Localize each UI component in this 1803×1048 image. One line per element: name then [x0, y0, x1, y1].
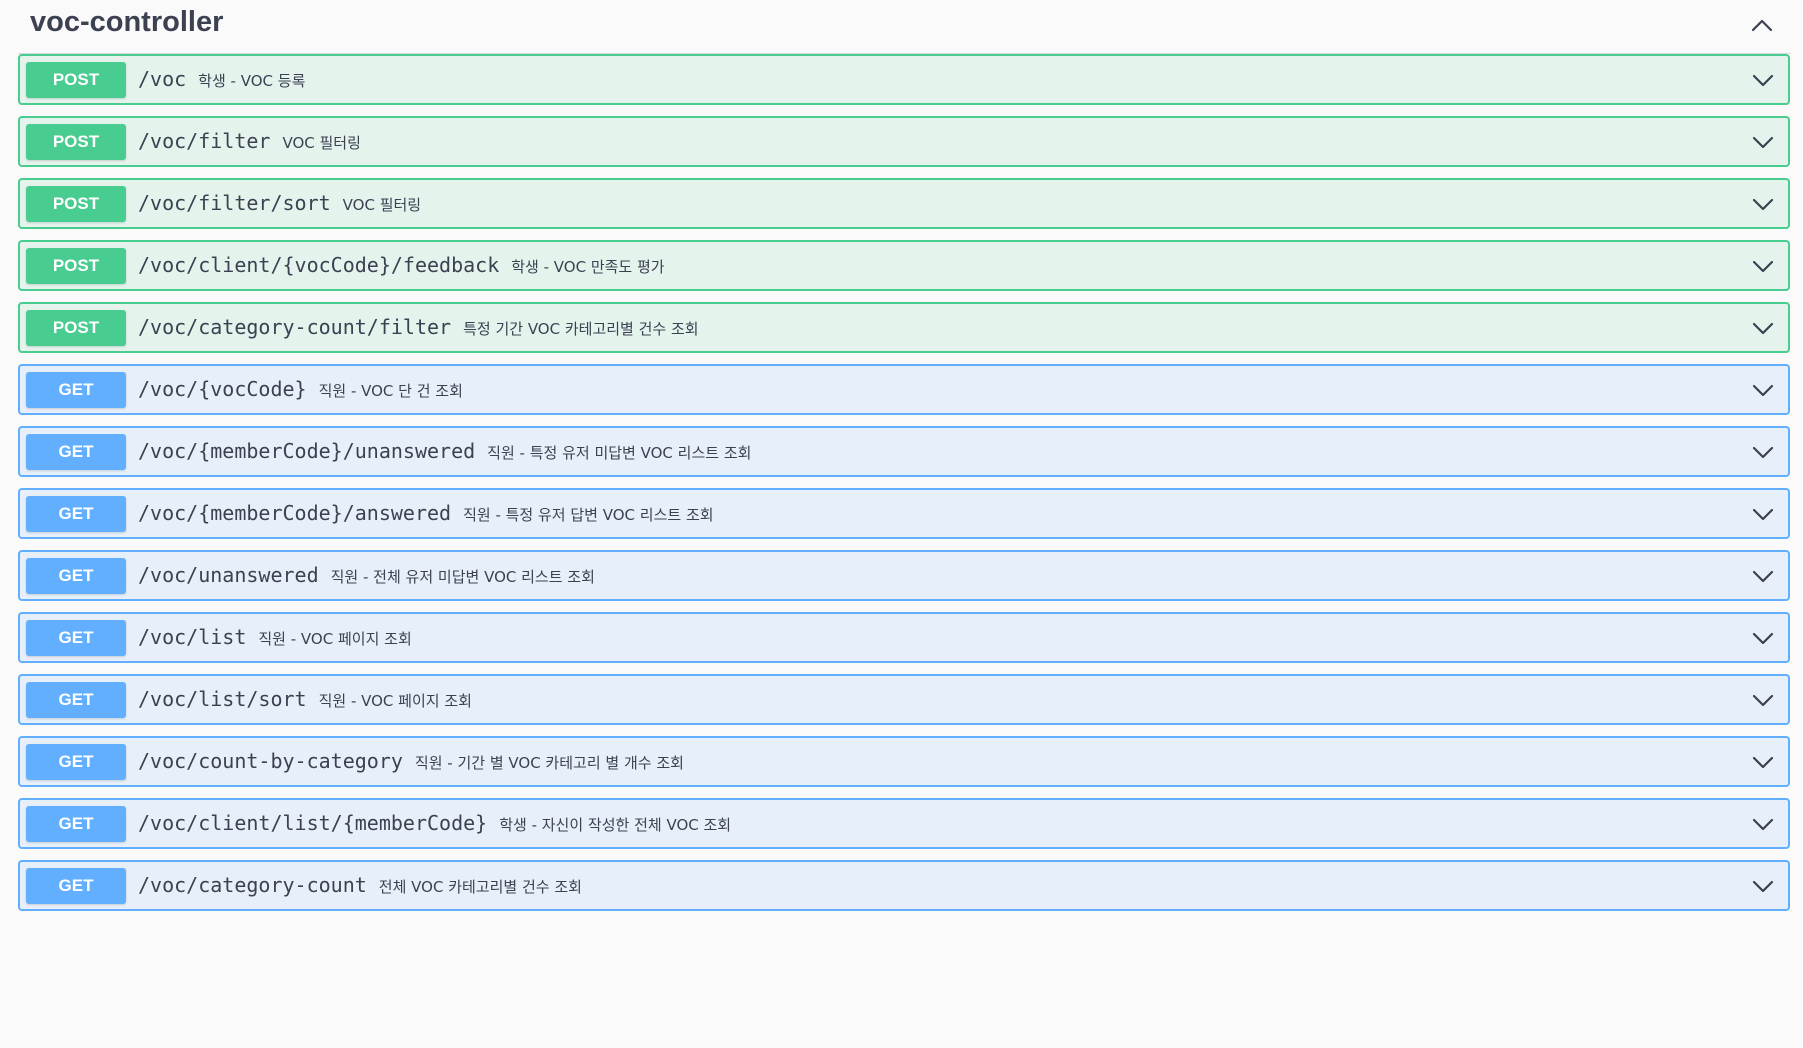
operation-description: 직원 - 기간 별 VOC 카테고리 별 개수 조회: [414, 754, 684, 772]
operation-summary-line: /voc/client/{vocCode}/feedback 학생 - VOC 만…: [138, 242, 665, 289]
operation-description: 직원 - VOC 페이지 조회: [258, 630, 412, 648]
operation-description: VOC 필터링: [342, 196, 422, 214]
method-badge: POST: [26, 248, 126, 284]
method-badge: GET: [26, 372, 126, 408]
operations-list: POST/voc 학생 - VOC 등록 POST/voc/filter VOC 필터…: [0, 54, 1803, 922]
operation-row[interactable]: GET/voc/count-by-category 직원 - 기간 별 VOC 카…: [18, 736, 1790, 787]
method-badge: POST: [26, 186, 126, 222]
operation-path: /voc/filter/sort: [138, 191, 331, 215]
chevron-down-icon[interactable]: [1750, 129, 1776, 155]
chevron-down-icon[interactable]: [1750, 811, 1776, 837]
method-badge: GET: [26, 496, 126, 532]
operation-description: 직원 - 특정 유저 답변 VOC 리스트 조회: [463, 506, 714, 524]
chevron-down-icon[interactable]: [1750, 67, 1776, 93]
section-header[interactable]: voc-controller: [18, 0, 1791, 54]
chevron-down-icon[interactable]: [1750, 253, 1776, 279]
operation-path: /voc/filter: [138, 129, 271, 153]
operation-description: 학생 - VOC 만족도 평가: [511, 258, 665, 276]
operation-description: 특정 기간 VOC 카테고리별 건수 조회: [463, 320, 699, 338]
method-badge: GET: [26, 682, 126, 718]
chevron-down-icon[interactable]: [1750, 687, 1776, 713]
operation-row[interactable]: POST/voc/client/{vocCode}/feedback 학생 - V…: [18, 240, 1790, 291]
operation-description: 학생 - VOC 등록: [198, 72, 306, 90]
operation-row[interactable]: GET/voc/list 직원 - VOC 페이지 조회: [18, 612, 1790, 663]
operation-path: /voc/{vocCode}: [138, 377, 307, 401]
operation-row[interactable]: GET/voc/category-count 전체 VOC 카테고리별 건수 조회: [18, 860, 1790, 911]
chevron-down-icon[interactable]: [1750, 315, 1776, 341]
chevron-up-icon[interactable]: [1747, 10, 1777, 40]
operation-description: 학생 - 자신이 작성한 전체 VOC 조회: [499, 816, 732, 834]
operation-row[interactable]: POST/voc 학생 - VOC 등록: [18, 54, 1790, 105]
operation-path: /voc/category-count/filter: [138, 315, 452, 339]
chevron-down-icon[interactable]: [1750, 563, 1776, 589]
operation-description: VOC 필터링: [282, 134, 361, 152]
method-badge: GET: [26, 558, 126, 594]
operation-summary-line: /voc/filter VOC 필터링: [138, 118, 361, 165]
operation-row[interactable]: GET/voc/list/sort 직원 - VOC 페이지 조회: [18, 674, 1790, 725]
operation-path: /voc/client/list/{memberCode}: [138, 811, 488, 835]
operation-row[interactable]: GET/voc/unanswered 직원 - 전체 유저 미답변 VOC 리스트…: [18, 550, 1790, 601]
operation-row[interactable]: POST/voc/filter/sort VOC 필터링: [18, 178, 1790, 229]
method-badge: POST: [26, 124, 126, 160]
operation-path: /voc/unanswered: [138, 563, 319, 587]
operation-path: /voc/category-count: [138, 873, 367, 897]
chevron-down-icon[interactable]: [1750, 439, 1776, 465]
operation-summary-line: /voc/{memberCode}/unanswered 직원 - 특정 유저 미…: [138, 428, 751, 475]
operation-summary-line: /voc/{memberCode}/answered 직원 - 특정 유저 답변 …: [138, 490, 714, 537]
operation-summary-line: /voc/client/list/{memberCode} 학생 - 자신이 작성…: [138, 800, 731, 847]
operation-summary-line: /voc/filter/sort VOC 필터링: [138, 180, 421, 227]
operation-summary-line: /voc/unanswered 직원 - 전체 유저 미답변 VOC 리스트 조회: [138, 552, 595, 599]
method-badge: POST: [26, 62, 126, 98]
method-badge: GET: [26, 868, 126, 904]
method-badge: GET: [26, 744, 126, 780]
operation-row[interactable]: GET/voc/{memberCode}/unanswered 직원 - 특정 유…: [18, 426, 1790, 477]
operation-path: /voc: [138, 67, 187, 91]
chevron-down-icon[interactable]: [1750, 625, 1776, 651]
operation-row[interactable]: GET/voc/client/list/{memberCode} 학생 - 자신이…: [18, 798, 1790, 849]
chevron-down-icon[interactable]: [1750, 501, 1776, 527]
operation-path: /voc/count-by-category: [138, 749, 403, 773]
chevron-down-icon[interactable]: [1750, 749, 1776, 775]
operation-summary-line: /voc/list/sort 직원 - VOC 페이지 조회: [138, 676, 472, 723]
operation-path: /voc/list: [138, 625, 247, 649]
operation-row[interactable]: POST/voc/category-count/filter 특정 기간 VOC …: [18, 302, 1790, 353]
operation-row[interactable]: GET/voc/{vocCode} 직원 - VOC 단 건 조회: [18, 364, 1790, 415]
operation-path: /voc/list/sort: [138, 687, 307, 711]
operation-description: 직원 - VOC 단 건 조회: [318, 382, 463, 400]
chevron-down-icon[interactable]: [1750, 873, 1776, 899]
operation-path: /voc/{memberCode}/unanswered: [138, 439, 476, 463]
operation-summary-line: /voc/{vocCode} 직원 - VOC 단 건 조회: [138, 366, 463, 413]
operation-row[interactable]: GET/voc/{memberCode}/answered 직원 - 특정 유저 …: [18, 488, 1790, 539]
chevron-down-icon[interactable]: [1750, 377, 1776, 403]
voc-controller-section: voc-controller POST/voc 학생 - VOC 등록 POST/v…: [0, 0, 1803, 922]
section-title: voc-controller: [30, 6, 224, 38]
method-badge: GET: [26, 806, 126, 842]
operation-row[interactable]: POST/voc/filter VOC 필터링: [18, 116, 1790, 167]
operation-path: /voc/client/{vocCode}/feedback: [138, 253, 500, 277]
operation-description: 직원 - VOC 페이지 조회: [318, 692, 472, 710]
method-badge: GET: [26, 620, 126, 656]
operation-summary-line: /voc/list 직원 - VOC 페이지 조회: [138, 614, 412, 661]
operation-description: 직원 - 특정 유저 미답변 VOC 리스트 조회: [487, 444, 752, 462]
operation-summary-line: /voc/category-count 전체 VOC 카테고리별 건수 조회: [138, 862, 582, 909]
operation-path: /voc/{memberCode}/answered: [138, 501, 452, 525]
operation-summary-line: /voc 학생 - VOC 등록: [138, 56, 305, 103]
operation-summary-line: /voc/category-count/filter 특정 기간 VOC 카테고리…: [138, 304, 699, 351]
operation-summary-line: /voc/count-by-category 직원 - 기간 별 VOC 카테고리…: [138, 738, 684, 785]
operation-description: 전체 VOC 카테고리별 건수 조회: [378, 878, 582, 896]
operation-description: 직원 - 전체 유저 미답변 VOC 리스트 조회: [330, 568, 595, 586]
chevron-down-icon[interactable]: [1750, 191, 1776, 217]
method-badge: POST: [26, 310, 126, 346]
method-badge: GET: [26, 434, 126, 470]
